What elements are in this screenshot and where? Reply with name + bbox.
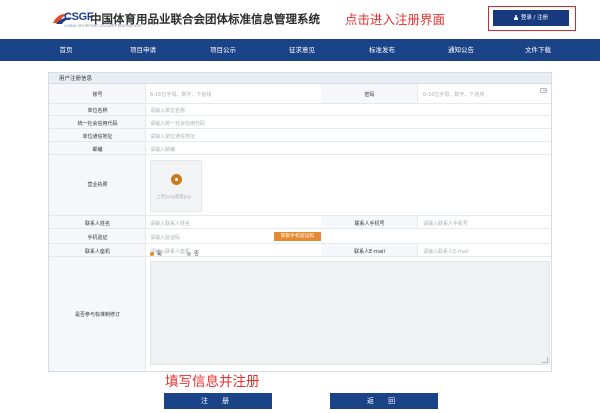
row-address: 单位通信地址 请输入单位通信地址 (49, 129, 551, 142)
row-sms-verification: 手机验证 请输入验证码 获取手机验证码 (49, 229, 551, 244)
nav-item-project-publicity[interactable]: 项目公示 (183, 39, 263, 61)
radio-no-label: 否 (194, 251, 200, 257)
license-label: 营业执照 (87, 182, 108, 188)
postcode-label: 邮编 (92, 147, 103, 153)
account-label: 账号 (92, 92, 103, 98)
contact-email-input[interactable]: 请输入联系人E-mail (423, 248, 469, 255)
password-label: 密码 (364, 92, 375, 98)
annotation-register-hint: 填写信息并注册 (165, 374, 260, 390)
panel-title: 用户注册信息 (59, 76, 93, 82)
header: CSGF CHINA SPORTING GOODS FEDERATION 中国体… (0, 0, 600, 38)
contact-name-input[interactable]: 请输入联系人姓名 (150, 220, 190, 227)
site-title: 中国体育用品业联合会团体标准信息管理系统 (90, 12, 320, 26)
credit-code-input[interactable]: 请输入统一社会信用代码 (150, 120, 205, 127)
postcode-input[interactable]: 请输入邮编 (150, 146, 175, 153)
row-contact-phone-email: 联系人座机 请输入联系人座机 联系人E-mail 请输入联系人E-mail (49, 244, 551, 257)
credit-code-label: 统一社会信用代码 (77, 121, 118, 127)
nav-item-file-download[interactable]: 文件下载 (498, 39, 578, 61)
annotation-login-hint: 点击进入注册界面 (345, 12, 446, 27)
row-contact-name-mobile: 联系人姓名 请输入联系人姓名 联系人手机号 请输入联系人手机号 (49, 216, 551, 229)
panel-header: 用户注册信息 (49, 73, 551, 84)
sms-label: 手机验证 (87, 235, 108, 241)
nav-item-notices[interactable]: 通知公告 (421, 39, 501, 61)
registration-panel: 用户注册信息 账号 6-16位字母、数字、下划线 密码 6-16位字母、数字、下… (48, 72, 552, 372)
contact-phone-input[interactable]: 请输入联系人座机 (150, 248, 190, 255)
upload-icon (171, 174, 182, 185)
nav-item-project-apply[interactable]: 项目申请 (103, 39, 183, 61)
radio-yes-label: 是 (157, 251, 163, 257)
row-account-password: 账号 6-16位字母、数字、下划线 密码 6-16位字母、数字、下划线 (49, 84, 551, 104)
nav-item-home[interactable]: 首页 (26, 39, 106, 61)
address-label: 单位通信地址 (82, 134, 113, 140)
contact-name-label: 联系人姓名 (84, 221, 110, 227)
row-postcode: 邮编 请输入邮编 (49, 142, 551, 155)
user-icon (514, 15, 519, 20)
register-button[interactable]: 注 册 (164, 393, 272, 409)
sms-code-input[interactable]: 请输入验证码 (150, 234, 180, 241)
nav-item-solicit-opinions[interactable]: 征求意见 (262, 39, 342, 61)
unit-name-input[interactable]: 请输入单位名称 (150, 107, 185, 114)
participate-label: 是否参与标准制修订 (74, 312, 120, 318)
password-input[interactable]: 6-16位字母、数字、下划线 (423, 91, 484, 98)
radio-yes[interactable] (150, 252, 154, 256)
contact-phone-label: 联系人座机 (84, 249, 110, 255)
logo-text: CSGF (64, 11, 94, 23)
row-credit-code: 统一社会信用代码 请输入统一社会信用代码 (49, 116, 551, 129)
login-highlight-box: 登录 / 注册 (488, 6, 576, 31)
row-unit-name: 单位名称 请输入单位名称 (49, 104, 551, 116)
nav-item-standard-release[interactable]: 标准发布 (342, 39, 422, 61)
unit-name-label: 单位名称 (87, 108, 108, 114)
get-sms-code-button[interactable]: 获取手机验证码 (274, 232, 321, 241)
contact-mobile-label: 联系人手机号 (354, 221, 385, 227)
login-register-button[interactable]: 登录 / 注册 (493, 10, 569, 26)
keyboard-icon[interactable] (540, 88, 547, 93)
participate-textarea[interactable] (150, 261, 550, 365)
address-input[interactable]: 请输入单位通信地址 (150, 133, 195, 140)
back-button[interactable]: 返 回 (330, 393, 438, 409)
resize-grip-icon[interactable] (542, 357, 548, 363)
contact-mobile-input[interactable]: 请输入联系人手机号 (423, 220, 468, 227)
main-nav: 首页 项目申请 项目公示 征求意见 标准发布 通知公告 文件下载 (0, 39, 600, 61)
radio-no[interactable] (187, 252, 191, 256)
account-input[interactable]: 6-16位字母、数字、下划线 (150, 91, 211, 98)
contact-email-label: 联系人E-mail (354, 249, 385, 255)
login-register-label: 登录 / 注册 (520, 15, 549, 21)
row-business-license: 营业执照 (49, 155, 551, 216)
license-upload-box[interactable]: 上传jpeg或者jpg (150, 160, 202, 212)
upload-hint: 上传jpeg或者jpg (156, 195, 191, 200)
